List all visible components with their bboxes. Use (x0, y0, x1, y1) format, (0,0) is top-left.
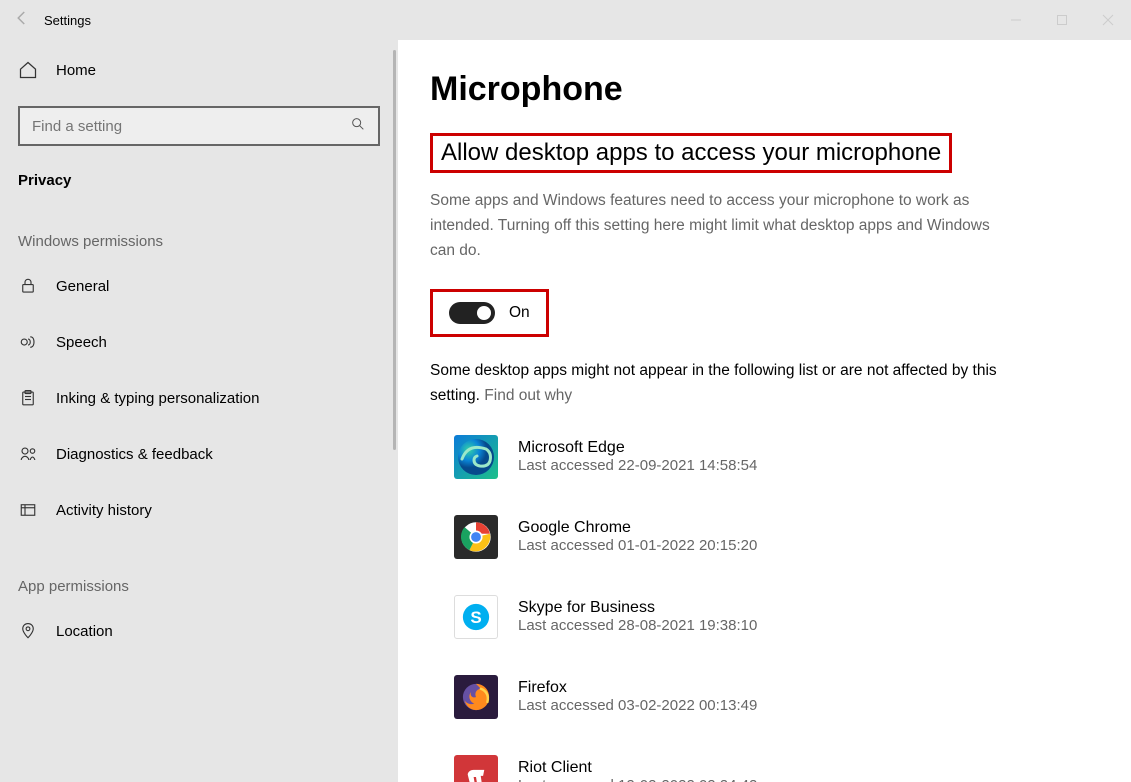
app-row-riot: Riot Client Last accessed 12-02-2022 02:… (454, 755, 1131, 782)
title-bar: Settings (0, 0, 1131, 40)
app-last-accessed: Last accessed 01-01-2022 20:15:20 (518, 537, 757, 554)
sidebar-item-diagnostics[interactable]: Diagnostics & feedback (18, 430, 380, 478)
toggle-state-label: On (509, 304, 530, 322)
feedback-icon (18, 444, 38, 464)
app-name: Microsoft Edge (518, 439, 757, 457)
edge-icon (454, 435, 498, 479)
sidebar-item-activity[interactable]: Activity history (18, 486, 380, 534)
find-out-why-link[interactable]: Find out why (484, 387, 572, 404)
search-input[interactable] (32, 118, 333, 135)
sidebar-item-speech[interactable]: Speech (18, 318, 380, 366)
sidebar-search[interactable] (18, 106, 380, 146)
sidebar-item-label: General (56, 278, 109, 295)
app-row-chrome: Google Chrome Last accessed 01-01-2022 2… (454, 515, 1131, 559)
sidebar-section-label: Privacy (18, 172, 380, 189)
app-row-firefox: Firefox Last accessed 03-02-2022 00:13:4… (454, 675, 1131, 719)
svg-text:S: S (470, 608, 481, 627)
section-note: Some desktop apps might not appear in th… (430, 359, 1000, 409)
sidebar-home[interactable]: Home (18, 46, 380, 94)
sidebar-group-windows: Windows permissions (18, 233, 380, 250)
app-name: Firefox (518, 679, 757, 697)
sidebar-home-label: Home (56, 62, 96, 79)
app-last-accessed: Last accessed 22-09-2021 14:58:54 (518, 457, 757, 474)
sidebar-item-location[interactable]: Location (18, 607, 380, 655)
content-pane: Microphone Allow desktop apps to access … (398, 40, 1131, 782)
sidebar-scrollbar[interactable] (393, 50, 396, 450)
sidebar-item-label: Speech (56, 334, 107, 351)
close-button[interactable] (1085, 0, 1131, 40)
lock-icon (18, 276, 38, 296)
desktop-apps-list: Microsoft Edge Last accessed 22-09-2021 … (430, 435, 1131, 782)
sidebar: Home Privacy Windows permissions General… (0, 40, 398, 782)
maximize-button[interactable] (1039, 0, 1085, 40)
app-row-edge: Microsoft Edge Last accessed 22-09-2021 … (454, 435, 1131, 479)
chrome-icon (454, 515, 498, 559)
app-last-accessed: Last accessed 03-02-2022 00:13:49 (518, 697, 757, 714)
app-last-accessed: Last accessed 28-08-2021 19:38:10 (518, 617, 757, 634)
sidebar-item-label: Inking & typing personalization (56, 390, 259, 407)
app-last-accessed: Last accessed 12-02-2022 02:24:42 (518, 777, 757, 782)
sidebar-item-label: Location (56, 623, 113, 640)
window-title: Settings (44, 13, 91, 28)
sidebar-item-inking[interactable]: Inking & typing personalization (18, 374, 380, 422)
speech-icon (18, 332, 38, 352)
section-description: Some apps and Windows features need to a… (430, 189, 1000, 263)
activity-icon (18, 500, 38, 520)
toggle-desktop-microphone[interactable]: On (430, 289, 549, 337)
app-name: Skype for Business (518, 599, 757, 617)
home-icon (18, 60, 38, 80)
location-icon (18, 621, 38, 641)
app-name: Google Chrome (518, 519, 757, 537)
page-title: Microphone (430, 70, 1131, 109)
sidebar-item-label: Diagnostics & feedback (56, 446, 213, 463)
firefox-icon (454, 675, 498, 719)
app-name: Riot Client (518, 759, 757, 777)
app-row-skype: S Skype for Business Last accessed 28-08… (454, 595, 1131, 639)
sidebar-item-label: Activity history (56, 502, 152, 519)
search-icon (350, 116, 366, 136)
back-button[interactable] (0, 9, 44, 32)
skype-icon: S (454, 595, 498, 639)
clipboard-icon (18, 388, 38, 408)
sidebar-item-general[interactable]: General (18, 262, 380, 310)
section-heading-allow-desktop: Allow desktop apps to access your microp… (430, 133, 952, 173)
riot-icon (454, 755, 498, 782)
sidebar-group-app: App permissions (18, 578, 380, 595)
minimize-button[interactable] (993, 0, 1039, 40)
toggle-switch[interactable] (449, 302, 495, 324)
